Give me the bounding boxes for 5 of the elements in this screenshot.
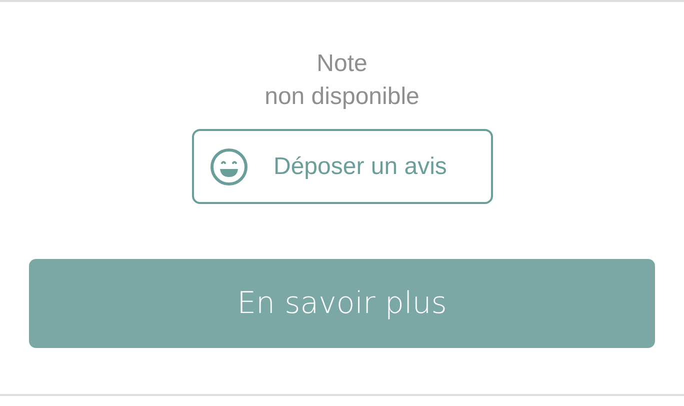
rating-text: non disponible (264, 82, 420, 112)
review-button[interactable]: Déposer un avis (192, 129, 492, 204)
smiley-icon (210, 148, 248, 186)
rating-text: Note (316, 49, 368, 79)
more-button[interactable]: En savoir plus (29, 259, 655, 348)
